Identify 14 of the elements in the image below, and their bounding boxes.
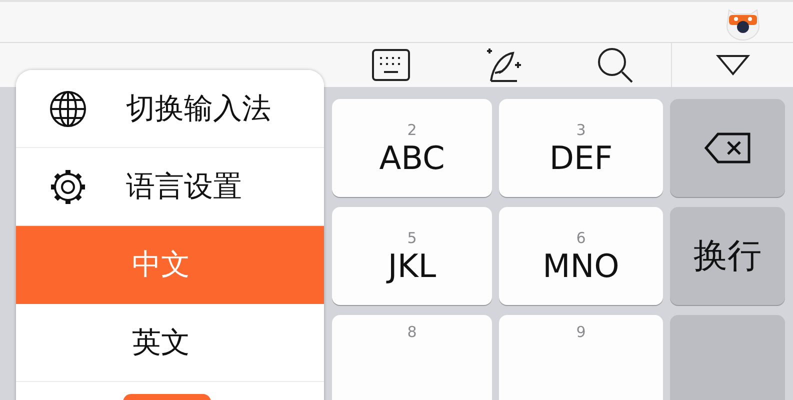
language-option[interactable]: 英文 (16, 304, 324, 382)
letter-key[interactable]: 3 DEF (499, 99, 663, 197)
keyboard-icon[interactable] (372, 49, 410, 81)
backspace-icon (704, 132, 752, 164)
globe-icon (48, 88, 88, 128)
menu-item[interactable]: 语言设置 (16, 148, 324, 226)
letter-key[interactable]: 2 ABC (332, 99, 492, 197)
menu-item[interactable]: 切换输入法 (16, 70, 324, 148)
search-icon[interactable] (596, 46, 634, 84)
letter-key[interactable]: 5 JKL (332, 207, 492, 305)
letter-key[interactable]: 6 MNO (499, 207, 663, 305)
function-key[interactable]: 换行 (670, 207, 785, 305)
backspace-key[interactable] (670, 99, 785, 197)
triangle-icon[interactable] (716, 54, 750, 76)
